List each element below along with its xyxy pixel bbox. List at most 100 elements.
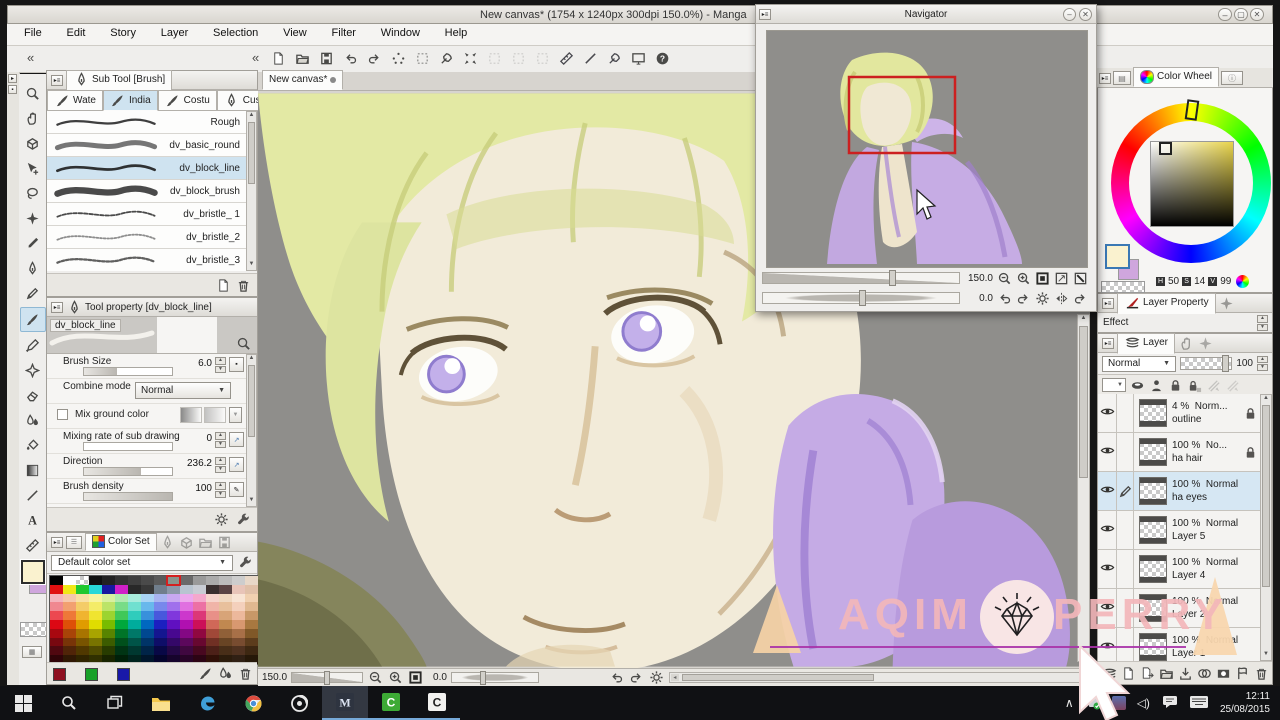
- all-settings-icon[interactable]: [213, 511, 229, 527]
- new-layer-icon[interactable]: [1120, 665, 1136, 681]
- layer-row-Layer-2[interactable]: 100 % Normal Layer 2: [1098, 589, 1260, 628]
- minimize-button[interactable]: –: [1218, 8, 1232, 21]
- reset-rotation-icon[interactable]: [649, 670, 665, 686]
- taskbar-file-explorer-icon[interactable]: [138, 686, 184, 720]
- panel-menu-icon[interactable]: ▸≡: [51, 74, 63, 86]
- apply-mask-icon[interactable]: [1234, 665, 1250, 681]
- tool-marker[interactable]: [21, 334, 45, 357]
- transfer-layer-icon[interactable]: [1177, 665, 1193, 681]
- fit-to-screen-icon[interactable]: [407, 670, 423, 686]
- palette-swatch[interactable]: [232, 593, 245, 603]
- canvas-zoom-slider[interactable]: [291, 671, 364, 685]
- palette-swatch[interactable]: [180, 637, 193, 647]
- palette-swatch[interactable]: [232, 576, 245, 585]
- palette-swatch[interactable]: [63, 593, 76, 603]
- palette-swatch[interactable]: [232, 602, 245, 612]
- maximize-button[interactable]: ▢: [1234, 8, 1248, 21]
- palette-swatch[interactable]: [232, 584, 245, 594]
- layer-thumbnail[interactable]: [1139, 399, 1167, 427]
- palette-swatch[interactable]: [63, 611, 76, 620]
- canvas-rotate-slider[interactable]: [450, 671, 539, 685]
- palette-swatch[interactable]: [206, 637, 219, 647]
- palette-swatch[interactable]: [206, 593, 219, 603]
- palette-swatch[interactable]: [63, 602, 76, 612]
- brush-size-unit-button[interactable]: ▪: [229, 357, 244, 372]
- palette-swatch[interactable]: [102, 611, 115, 620]
- add-color-icon[interactable]: [217, 665, 233, 681]
- rotate-right-icon[interactable]: [629, 670, 645, 686]
- palette-swatch[interactable]: [76, 602, 89, 612]
- tool-zoom[interactable]: [21, 82, 45, 105]
- palette-swatch[interactable]: [232, 637, 245, 647]
- brush-list-scrollbar[interactable]: ▲ ▼: [246, 111, 257, 271]
- palette-swatch[interactable]: [206, 620, 219, 629]
- new-subtool-icon[interactable]: [215, 277, 231, 293]
- taskbar-camtasia-white-icon[interactable]: C: [414, 686, 460, 720]
- preview-zoom-icon[interactable]: [235, 335, 251, 351]
- navigator-window[interactable]: ▸≡ Navigator – ✕ 150.0 0.0: [755, 4, 1097, 312]
- palette-swatch[interactable]: [193, 646, 206, 656]
- layer-move-tab-icon[interactable]: [1178, 335, 1194, 351]
- palette-swatch[interactable]: [193, 593, 206, 603]
- palette-swatch[interactable]: [245, 584, 258, 594]
- palette-swatch[interactable]: [245, 576, 258, 585]
- palette-swatch[interactable]: [232, 646, 245, 656]
- palette-swatch[interactable]: [245, 611, 258, 620]
- palette-swatch[interactable]: [180, 584, 193, 594]
- palette-swatch[interactable]: [167, 637, 180, 647]
- palette-swatch[interactable]: [180, 602, 193, 612]
- palette-swatch[interactable]: [232, 620, 245, 629]
- palette-swatch[interactable]: [50, 593, 63, 603]
- navigator-minimize-icon[interactable]: –: [1063, 8, 1076, 21]
- layer-opacity-spinner[interactable]: ▲ ▼: [1257, 356, 1268, 371]
- draft-layer-icon[interactable]: [1224, 377, 1240, 393]
- panel-menu-icon[interactable]: ▸≡: [1099, 73, 1111, 84]
- mixing-spinner[interactable]: ▲ ▼: [215, 432, 226, 448]
- brush-item-dv_block_line[interactable]: dv_block_line: [47, 157, 246, 180]
- palette-swatch[interactable]: [89, 602, 102, 612]
- menu-view[interactable]: View: [272, 24, 318, 43]
- tool-brush[interactable]: [19, 307, 46, 332]
- palette-swatch[interactable]: [219, 611, 232, 620]
- palette-swatch[interactable]: [245, 628, 258, 638]
- search-layer-tab-icon[interactable]: [1219, 295, 1235, 311]
- palette-swatch[interactable]: [206, 576, 219, 585]
- brush-item-dv_bristle_2[interactable]: dv_bristle_2: [47, 226, 246, 249]
- nav-fit-icon[interactable]: [1034, 270, 1050, 286]
- layer-thumbnail[interactable]: [1139, 633, 1167, 661]
- dock-toggle2-icon[interactable]: ▪: [8, 85, 17, 94]
- brush-size-spinner[interactable]: ▲ ▼: [215, 357, 226, 373]
- layer-row-outline[interactable]: 4 % Norm... outline: [1098, 394, 1260, 433]
- toolbar-display-area-icon[interactable]: [627, 48, 649, 68]
- palette-swatch[interactable]: [141, 593, 154, 603]
- tool-eraser[interactable]: [21, 384, 45, 407]
- palette-swatch[interactable]: [115, 584, 128, 594]
- palette-swatch[interactable]: [115, 620, 128, 629]
- layer-color-dropdown[interactable]: ▼: [1102, 378, 1126, 392]
- palette-swatch[interactable]: [89, 584, 102, 594]
- nav-rotate-left-icon[interactable]: [996, 290, 1012, 306]
- toolbar-new-page-icon[interactable]: [267, 48, 289, 68]
- palette-swatch[interactable]: [76, 646, 89, 656]
- layer-row-ha-hair[interactable]: 100 % No... ha hair: [1098, 433, 1260, 472]
- palette-swatch[interactable]: [180, 620, 193, 629]
- collapse-left-chevron[interactable]: «: [27, 51, 34, 64]
- canvas-tab[interactable]: New canvas*: [262, 70, 344, 90]
- palette-swatch[interactable]: [167, 646, 180, 656]
- palette-swatch[interactable]: [232, 611, 245, 620]
- mask-area-icon[interactable]: [1129, 377, 1145, 393]
- palette-swatch[interactable]: [115, 646, 128, 656]
- palette-swatch[interactable]: [154, 611, 167, 620]
- wheel-foreground-swatch[interactable]: [1105, 244, 1130, 269]
- layer-menu-icon[interactable]: [1101, 665, 1117, 681]
- palette-swatch[interactable]: [102, 637, 115, 647]
- mixing-rate-slider[interactable]: [83, 442, 173, 451]
- replace-color-icon[interactable]: [197, 665, 213, 681]
- canvas-v-scrollbar[interactable]: ▲ ▼: [1077, 314, 1090, 662]
- new-folder-icon[interactable]: [1158, 665, 1174, 681]
- tool-pencil[interactable]: [21, 282, 45, 305]
- navigator-zoom-slider[interactable]: [762, 270, 960, 286]
- color-info-tab-icon[interactable]: ⓘ: [1221, 71, 1244, 85]
- tray-keyboard-icon[interactable]: [1189, 695, 1208, 711]
- layer-thumbnail[interactable]: [1139, 594, 1167, 622]
